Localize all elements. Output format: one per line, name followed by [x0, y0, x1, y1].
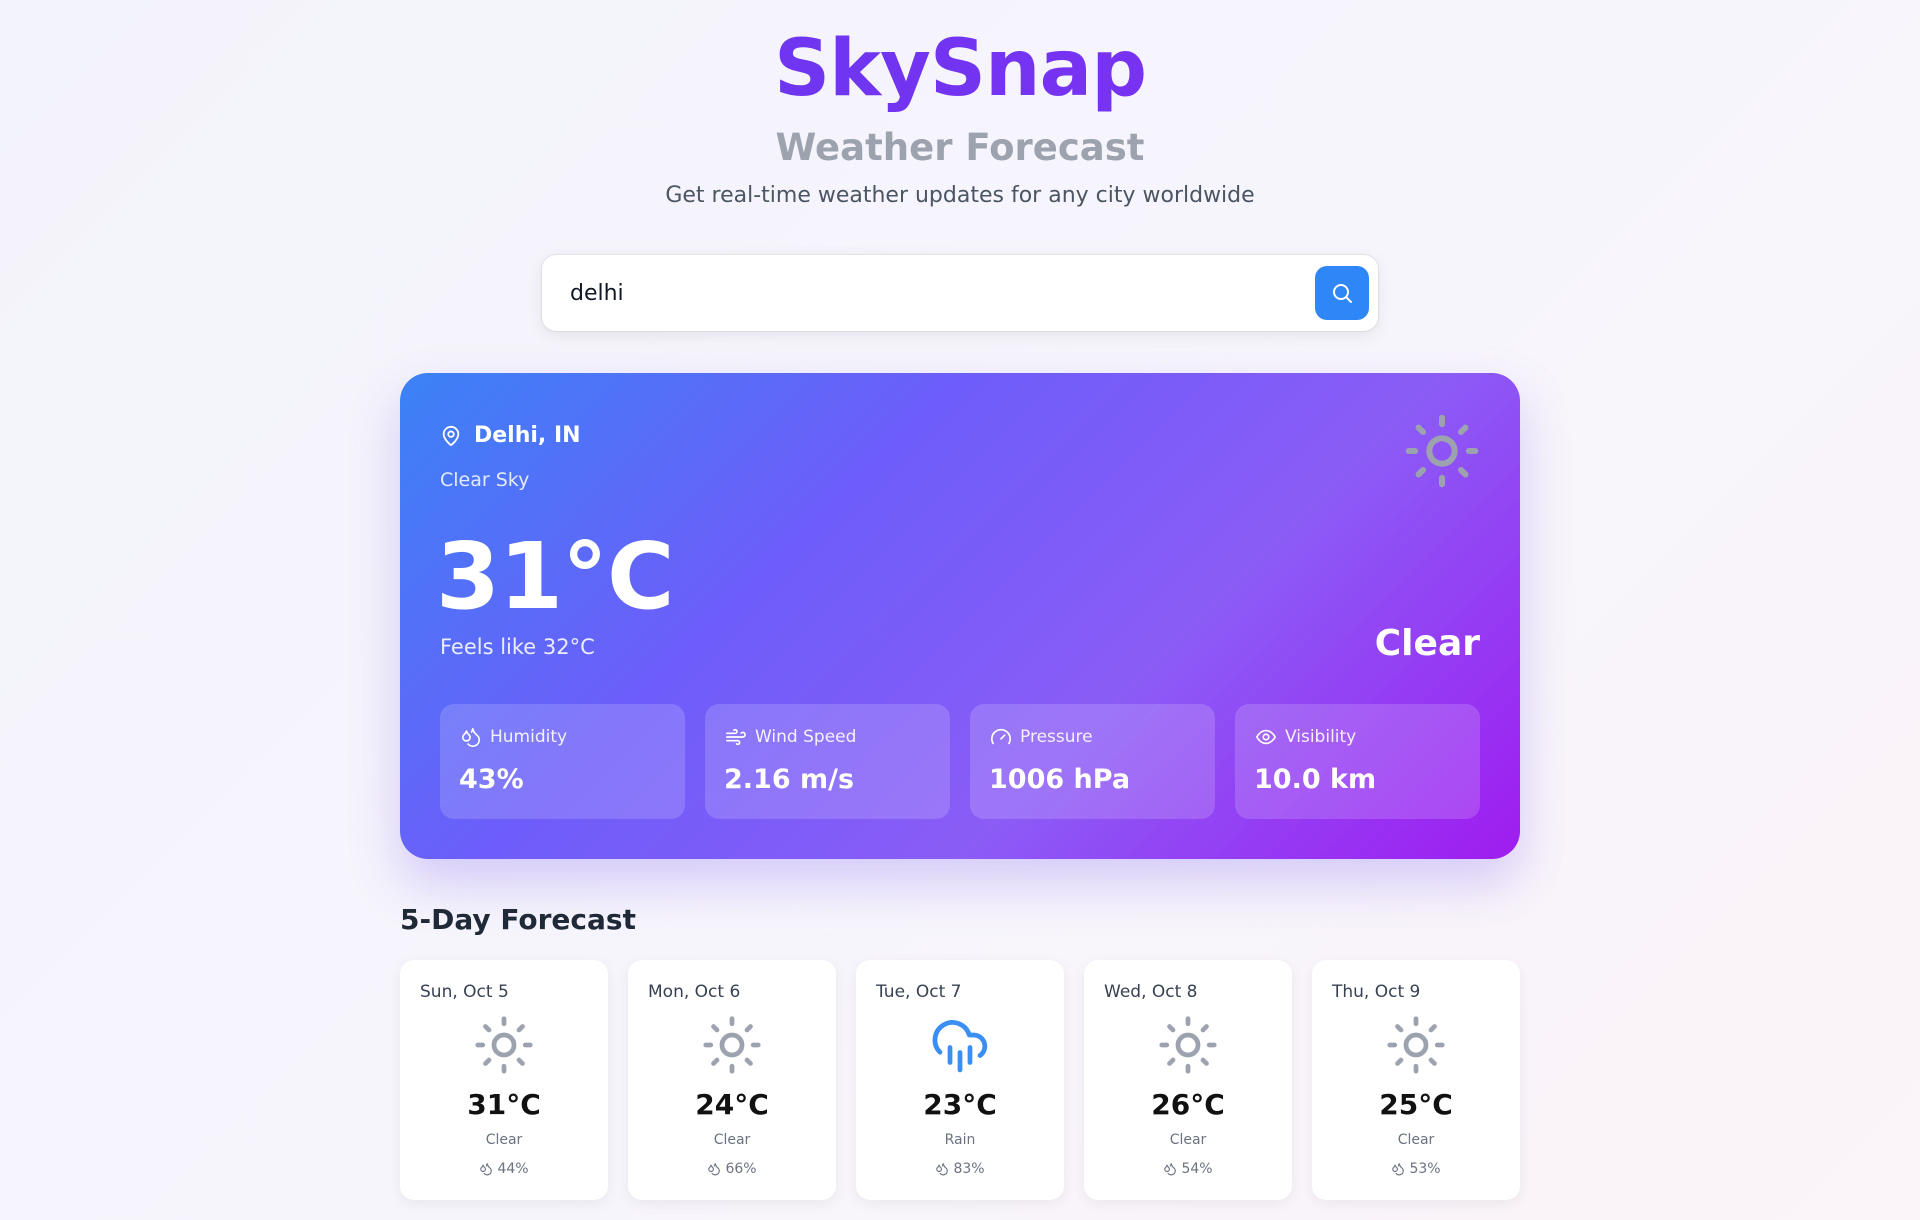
condition-label: Clear: [1374, 623, 1480, 664]
forecast-temp: 26°C: [1151, 1088, 1225, 1121]
location-name: Delhi, IN: [474, 423, 581, 448]
forecast-date: Tue, Oct 7: [876, 982, 962, 1002]
sun-icon: [1387, 1016, 1445, 1074]
forecast-humidity: 53%: [1312, 1161, 1520, 1177]
forecast-humidity-value: 54%: [1181, 1161, 1213, 1177]
sun-icon: [1405, 414, 1479, 488]
forecast-date: Sun, Oct 5: [420, 982, 509, 1002]
forecast-day-card[interactable]: Wed, Oct 8 26°C Clear 54%: [1084, 960, 1292, 1200]
sun-icon: [475, 1016, 533, 1074]
forecast-condition: Clear: [485, 1132, 523, 1148]
droplets-icon: [480, 1163, 493, 1176]
weather-description: Clear Sky: [440, 469, 530, 491]
forecast-humidity-value: 83%: [953, 1161, 985, 1177]
visibility-stat: Visibility 10.0 km: [1235, 704, 1480, 819]
forecast-humidity: 44%: [400, 1161, 608, 1177]
feels-like: Feels like 32°C: [440, 635, 595, 659]
forecast-day-card[interactable]: Thu, Oct 9 25°C Clear 53%: [1312, 960, 1520, 1200]
droplets-icon: [708, 1163, 721, 1176]
eye-icon: [1256, 729, 1276, 745]
pressure-label: Pressure: [1020, 727, 1093, 747]
wind-speed-label: Wind Speed: [755, 727, 857, 747]
page-subtitle: Weather Forecast: [775, 126, 1145, 169]
forecast-temp: 24°C: [695, 1088, 769, 1121]
pressure-value: 1006 hPa: [989, 764, 1131, 795]
forecast-title: 5-Day Forecast: [400, 903, 636, 936]
brand-title: SkySnap: [0, 24, 1920, 114]
forecast-day-card[interactable]: Sun, Oct 5 31°C Clear 44%: [400, 960, 608, 1200]
sun-icon: [703, 1016, 761, 1074]
droplets-icon: [936, 1163, 949, 1176]
cloud-rain-icon: [932, 1020, 988, 1073]
map-pin-icon: [442, 425, 460, 446]
humidity-label: Humidity: [490, 727, 568, 747]
forecast-temp: 25°C: [1379, 1088, 1453, 1121]
forecast-humidity: 66%: [628, 1161, 836, 1177]
forecast-condition: Rain: [944, 1132, 976, 1148]
forecast-humidity-value: 44%: [497, 1161, 529, 1177]
forecast-temp: 31°C: [467, 1088, 541, 1121]
location: Delhi, IN: [440, 423, 581, 448]
forecast-humidity: 54%: [1084, 1161, 1292, 1177]
search-bar: [542, 255, 1378, 331]
forecast-day-card[interactable]: Mon, Oct 6 24°C Clear 66%: [628, 960, 836, 1200]
droplets-icon: [1392, 1163, 1405, 1176]
forecast-temp: 23°C: [923, 1088, 997, 1121]
search-button[interactable]: [1315, 266, 1369, 320]
forecast-humidity: 83%: [856, 1161, 1064, 1177]
forecast-humidity-value: 66%: [725, 1161, 757, 1177]
forecast-condition: Clear: [1169, 1132, 1207, 1148]
forecast-day-card[interactable]: Tue, Oct 7 23°C Rain 83%: [856, 960, 1064, 1200]
gauge-icon: [991, 728, 1011, 745]
wind-speed-value: 2.16 m/s: [724, 764, 855, 795]
sun-icon: [1159, 1016, 1217, 1074]
search-icon: [1333, 284, 1352, 303]
visibility-label: Visibility: [1285, 727, 1357, 747]
current-weather-card: Delhi, IN Clear Sky 31°C Feels like 32°C…: [400, 373, 1520, 859]
forecast-humidity-value: 53%: [1409, 1161, 1441, 1177]
current-temperature: 31°C: [436, 523, 675, 630]
wind-speed-stat: Wind Speed 2.16 m/s: [705, 704, 950, 819]
droplets-icon: [461, 727, 481, 747]
wind-icon: [726, 728, 746, 746]
droplets-icon: [1164, 1163, 1177, 1176]
search-input[interactable]: [570, 273, 1270, 313]
pressure-stat: Pressure 1006 hPa: [970, 704, 1215, 819]
humidity-value: 43%: [459, 764, 524, 795]
tagline: Get real-time weather updates for any ci…: [665, 183, 1255, 208]
visibility-value: 10.0 km: [1254, 764, 1377, 795]
forecast-condition: Clear: [713, 1132, 751, 1148]
forecast-date: Thu, Oct 9: [1332, 982, 1421, 1002]
humidity-stat: Humidity 43%: [440, 704, 685, 819]
forecast-condition: Clear: [1397, 1132, 1435, 1148]
forecast-date: Wed, Oct 8: [1104, 982, 1198, 1002]
forecast-date: Mon, Oct 6: [648, 982, 741, 1002]
